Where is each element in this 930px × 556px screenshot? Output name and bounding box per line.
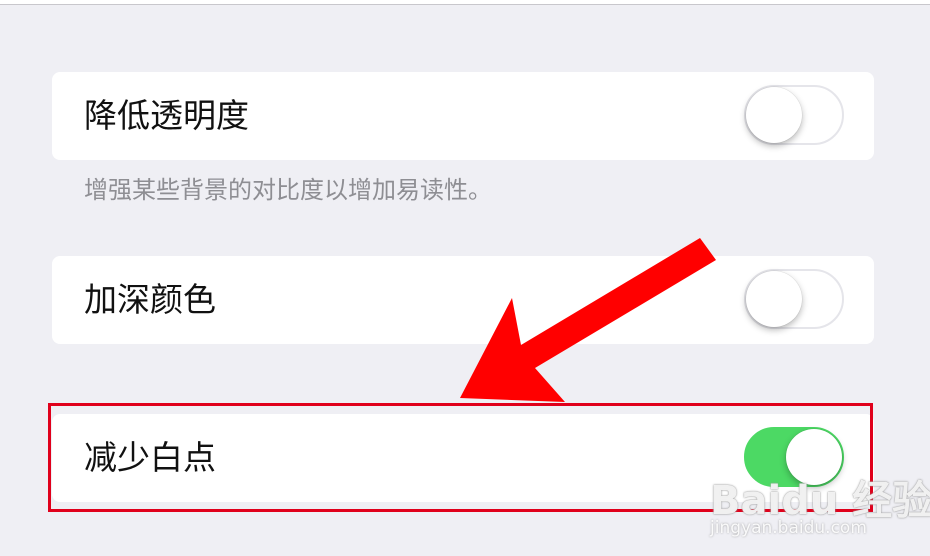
reduce-transparency-row: 降低透明度: [52, 72, 874, 160]
darken-colors-label: 加深颜色: [84, 280, 216, 319]
toggle-knob: [786, 429, 842, 485]
reduce-white-point-toggle[interactable]: [744, 427, 844, 487]
darken-colors-toggle[interactable]: [744, 269, 844, 329]
reduce-white-point-row: 减少白点: [52, 414, 874, 502]
reduce-transparency-toggle[interactable]: [744, 85, 844, 145]
toggle-knob: [746, 271, 802, 327]
watermark-url: jingyan.baidu.com: [710, 518, 867, 538]
toggle-knob: [746, 87, 802, 143]
reduce-white-point-label: 减少白点: [84, 438, 216, 477]
darken-colors-row: 加深颜色: [52, 256, 874, 344]
reduce-transparency-label: 降低透明度: [84, 96, 249, 135]
top-edge-divider: [0, 0, 930, 5]
reduce-transparency-footnote: 增强某些背景的对比度以增加易读性。: [84, 176, 492, 204]
